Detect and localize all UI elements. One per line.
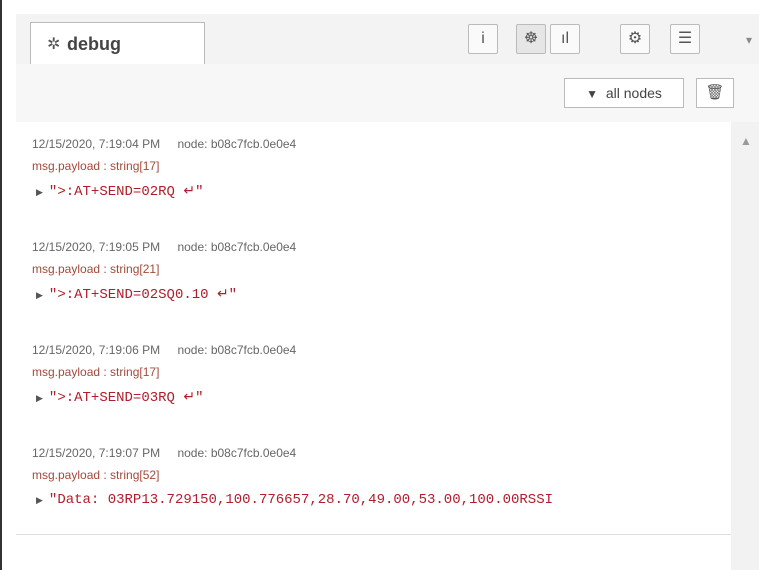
chevron-down-icon[interactable]: ▾ — [746, 33, 752, 47]
tab-debug-label: debug — [67, 34, 121, 54]
debug-message: 12/15/2020, 7:19:05 PM node: b08c7fcb.0e… — [16, 225, 731, 329]
message-payload[interactable]: ▶ "Data: 03RP13.729150,100.776657,28.70,4… — [36, 492, 553, 508]
expand-triangle-icon[interactable]: ▶ — [36, 188, 43, 198]
message-timestamp: 12/15/2020, 7:19:07 PM — [32, 446, 161, 460]
payload-value: ">:AT+SEND=03RQ ↵" — [48, 390, 204, 406]
debug-filter-bar: ▼ all nodes 🗑 — [16, 64, 759, 123]
clear-messages-button[interactable]: 🗑 — [696, 78, 734, 108]
filter-icon: ▼ — [586, 87, 598, 101]
scroll-up-icon[interactable]: ▲ — [740, 134, 752, 148]
trash-icon: 🗑 — [705, 84, 725, 101]
message-timestamp: 12/15/2020, 7:19:04 PM — [32, 137, 161, 151]
debug-message: 12/15/2020, 7:19:06 PM node: b08c7fcb.0e… — [16, 328, 731, 432]
info-tab-button[interactable]: i — [468, 24, 498, 54]
payload-value: ">:AT+SEND=02SQ0.10 ↵" — [48, 287, 238, 303]
message-payload[interactable]: ▶ ">:AT+SEND=02RQ ↵" — [36, 183, 203, 200]
message-timestamp: 12/15/2020, 7:19:06 PM — [32, 343, 161, 357]
bug-icon: ☸ — [523, 30, 539, 47]
payload-value: ">:AT+SEND=02RQ ↵" — [48, 184, 204, 200]
debug-tab-button[interactable]: ☸ — [516, 24, 546, 54]
expand-triangle-icon[interactable]: ▶ — [36, 394, 43, 404]
info-icon: i — [481, 30, 485, 47]
debug-message-list: 12/15/2020, 7:19:04 PM node: b08c7fcb.0e… — [16, 122, 731, 570]
message-timestamp: 12/15/2020, 7:19:05 PM — [32, 240, 161, 254]
tab-debug[interactable]: ✲ debug — [30, 22, 205, 64]
message-type: msg.payload : string[21] — [32, 262, 160, 276]
message-payload[interactable]: ▶ ">:AT+SEND=03RQ ↵" — [36, 389, 203, 406]
dashboard-tab-button[interactable]: ıl — [550, 24, 580, 54]
message-type: msg.payload : string[17] — [32, 365, 160, 379]
debug-message: 12/15/2020, 7:19:04 PM node: b08c7fcb.0e… — [16, 122, 731, 226]
message-type: msg.payload : string[52] — [32, 468, 160, 482]
database-icon: ☰ — [677, 30, 693, 47]
debug-sidebar: ✲ debug i ☸ ıl ⚙ ☰ ▾ ▼ all nodes 🗑 12/15… — [0, 0, 759, 570]
bug-icon: ✲ — [47, 36, 61, 53]
filter-nodes-button[interactable]: ▼ all nodes — [564, 78, 684, 108]
message-node-link[interactable]: node: b08c7fcb.0e0e4 — [177, 137, 296, 151]
scrollbar[interactable]: ▲ — [731, 122, 759, 570]
message-type: msg.payload : string[17] — [32, 159, 160, 173]
message-node-link[interactable]: node: b08c7fcb.0e0e4 — [177, 446, 296, 460]
sidebar-tab-bar: ✲ debug i ☸ ıl ⚙ ☰ ▾ — [16, 14, 759, 65]
context-tab-button[interactable]: ☰ — [670, 24, 700, 54]
config-tab-button[interactable]: ⚙ — [620, 24, 650, 54]
gear-icon: ⚙ — [627, 30, 643, 47]
payload-value: "Data: 03RP13.729150,100.776657,28.70,49… — [48, 492, 554, 508]
expand-triangle-icon[interactable]: ▶ — [36, 496, 43, 506]
message-node-link[interactable]: node: b08c7fcb.0e0e4 — [177, 343, 296, 357]
message-node-link[interactable]: node: b08c7fcb.0e0e4 — [177, 240, 296, 254]
filter-label: all nodes — [605, 85, 662, 101]
expand-triangle-icon[interactable]: ▶ — [36, 291, 43, 301]
debug-message: 12/15/2020, 7:19:07 PM node: b08c7fcb.0e… — [16, 431, 731, 535]
chart-icon: ıl — [561, 30, 569, 47]
message-payload[interactable]: ▶ ">:AT+SEND=02SQ0.10 ↵" — [36, 286, 237, 303]
